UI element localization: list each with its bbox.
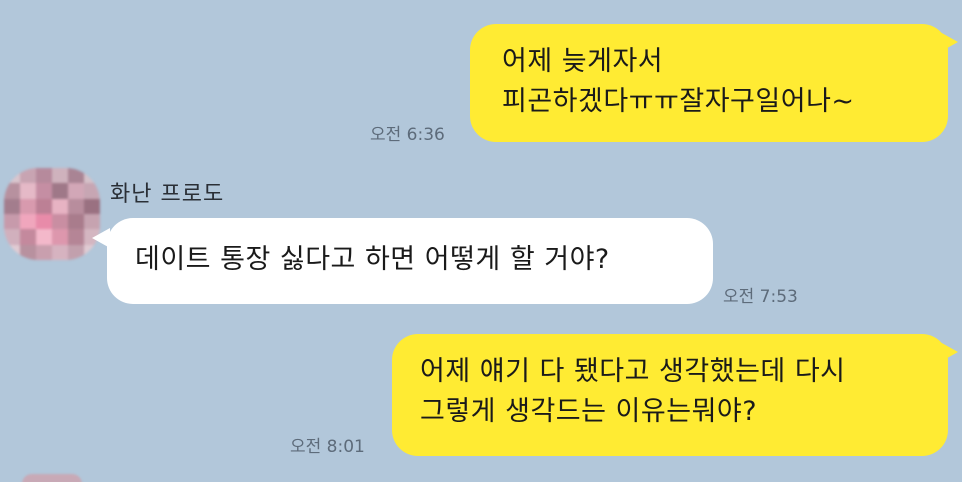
bubble-tail [92, 228, 110, 248]
blurred-profile-avatar-icon[interactable] [4, 168, 100, 260]
message-text-line: 데이트 통장 싫다고 하면 어떻게 할 거야? [135, 244, 610, 275]
message-timestamp: 오전 8:01 [290, 437, 365, 457]
bubble-tail [940, 342, 958, 362]
chat-area: 어제 늦게자서 피곤하겠다ㅠㅠ잘자구일어나~ 오전 6:36 화난 프로도 데이… [0, 0, 962, 482]
incoming-message-bubble[interactable]: 데이트 통장 싫다고 하면 어떻게 할 거야? [107, 218, 713, 304]
message-text-line: 어제 얘기 다 됐다고 생각했는데 다시 [420, 356, 846, 387]
avatar-peek-icon [22, 474, 82, 482]
bubble-tail [940, 32, 958, 52]
message-text-line: 어제 늦게자서 [502, 46, 664, 77]
outgoing-message-bubble[interactable]: 어제 늦게자서 피곤하겠다ㅠㅠ잘자구일어나~ [470, 24, 948, 142]
message-timestamp: 오전 6:36 [370, 125, 445, 145]
sender-name: 화난 프로도 [110, 182, 225, 207]
message-text-line: 그렇게 생각드는 이유는뭐야? [420, 396, 758, 427]
message-text-line: 피곤하겠다ㅠㅠ잘자구일어나~ [502, 86, 855, 117]
outgoing-message-bubble[interactable]: 어제 얘기 다 됐다고 생각했는데 다시 그렇게 생각드는 이유는뭐야? [392, 334, 948, 456]
message-timestamp: 오전 7:53 [723, 287, 798, 307]
